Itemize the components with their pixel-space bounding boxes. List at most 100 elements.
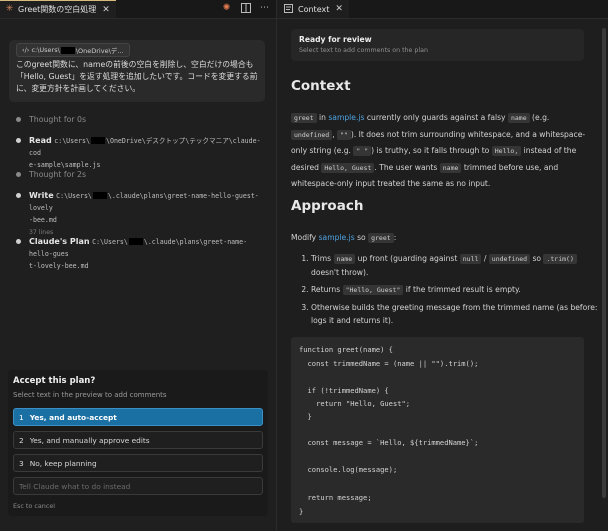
list-item: Trims name up front (guarding against nu… — [311, 252, 607, 279]
step-bullet — [16, 172, 21, 177]
option-manual-approve[interactable]: 2 Yes, and manually approve edits — [13, 431, 263, 449]
user-message-line: に、変更方針を計画してください。 — [16, 84, 141, 93]
inline-code: name — [507, 113, 530, 123]
esc-hint: Esc to cancel — [13, 502, 56, 510]
code-line: return "Hello, Guest"; — [299, 399, 411, 408]
accept-subtitle: Select text in the preview to add commen… — [13, 391, 167, 399]
text: / — [481, 254, 489, 263]
inline-code: undefined — [488, 254, 531, 264]
review-banner: Ready for review Select text to add comm… — [291, 29, 584, 61]
heading-context: Context — [291, 78, 351, 94]
file-path[interactable]: e-sample\sample.js — [29, 161, 100, 169]
inline-code: " " — [353, 146, 372, 156]
code-line: function greet(name) { — [299, 345, 393, 354]
step-thought: Thought for 2s — [16, 169, 265, 180]
file-link[interactable]: sample.js — [319, 233, 355, 242]
tab-title: Greet関数の空白処理 — [18, 5, 97, 14]
claude-icon[interactable]: ✺ — [221, 3, 232, 14]
inline-code: greet — [368, 233, 394, 243]
tab-title: Context — [298, 4, 330, 14]
step-write: Write C:\Users\ \.claude\plans\greet-name… — [16, 190, 265, 238]
code-line: console.log(message); — [299, 465, 398, 474]
redacted-username — [128, 238, 143, 245]
file-path[interactable]: C:\Users\ — [92, 238, 128, 246]
file-path[interactable]: C:\Users\ — [56, 192, 92, 200]
file-path[interactable]: c:\Users\ — [54, 137, 90, 145]
redacted-username — [92, 192, 107, 199]
close-icon[interactable]: ✕ — [335, 4, 343, 14]
sparkle-icon: ✳ — [5, 4, 14, 14]
step-bullet — [16, 193, 21, 198]
file-attachment-chip[interactable]: ‹/› c:\Users\ \OneDrive\デ… — [16, 43, 130, 57]
split-editor-icon[interactable] — [240, 3, 251, 14]
step-label: Claude's Plan — [29, 237, 90, 246]
text: . The user wants — [374, 162, 440, 172]
file-path[interactable]: t-lovely-bee.md — [29, 262, 89, 270]
text: if the trimmed result is empty. — [403, 285, 521, 294]
option-keep-planning[interactable]: 3 No, keep planning — [13, 454, 263, 472]
option-label: No, keep planning — [29, 458, 97, 468]
tab-greet-whitespace[interactable]: ✳ Greet関数の空白処理 ✕ — [0, 0, 116, 18]
scrollbar[interactable] — [602, 28, 606, 498]
inline-code: greet — [291, 113, 317, 123]
list-item: Returns "Hello, Guest" if the trimmed re… — [311, 283, 607, 297]
step-label[interactable]: Thought for 0s — [29, 115, 86, 124]
line-count: 37 lines — [29, 229, 54, 236]
heading-approach: Approach — [291, 198, 364, 214]
step-label: Read — [29, 136, 52, 145]
option-number: 3 — [19, 458, 24, 468]
code-line: } — [299, 507, 304, 516]
text: in — [316, 113, 329, 122]
text: so — [354, 233, 369, 242]
review-title: Ready for review — [299, 35, 372, 44]
redacted-username — [91, 137, 105, 144]
text: desired — [291, 162, 322, 172]
tab-context[interactable]: Context ✕ — [277, 0, 349, 18]
code-line: if (!trimmedName) { — [299, 386, 389, 395]
accept-title: Accept this plan? — [13, 376, 96, 386]
text: only string (e.g. — [291, 146, 354, 155]
step-label: Write — [29, 191, 54, 200]
text: currently only guards against a falsy — [364, 113, 508, 122]
step-bullet — [16, 239, 21, 244]
inline-code: name — [439, 162, 462, 173]
more-actions-icon[interactable]: ⋯ — [259, 3, 270, 14]
step-label[interactable]: Thought for 2s — [29, 170, 86, 179]
inline-code: Hello, Guest — [321, 162, 375, 173]
approach-intro: Modify sample.js so greet: — [291, 230, 587, 247]
code-line: return message; — [299, 493, 372, 502]
text: ) is truthy, so it falls through to — [371, 146, 492, 155]
text: up front (guarding against — [355, 254, 460, 263]
user-message-line: このgreet関数に、nameの前後の空白を削除し、空白だけの場合も — [16, 60, 254, 69]
accept-plan-panel: Accept this plan? Select text in the pre… — [8, 370, 268, 516]
file-link[interactable]: sample.js — [328, 113, 364, 122]
text: so — [530, 254, 544, 263]
text: whitespace-only input treated the same a… — [291, 179, 491, 188]
context-paragraph: greet in sample.js currently only guards… — [291, 110, 587, 192]
step-thought: Thought for 0s — [16, 114, 265, 125]
file-chip-suffix: \OneDrive\デ… — [75, 47, 124, 55]
inline-code: "" — [337, 129, 351, 140]
left-tab-bar: ✳ Greet関数の空白処理 ✕ ✺ ⋯ — [0, 0, 276, 19]
file-path[interactable]: -bee.md — [29, 216, 57, 224]
close-icon[interactable]: ✕ — [102, 5, 110, 15]
instruction-input[interactable]: Tell Claude what to do instead — [13, 477, 263, 495]
step-plan: Claude's Plan C:\Users\ \.claude\plans\gr… — [16, 236, 265, 272]
text: ). It does not trim surrounding whitespa… — [350, 129, 586, 139]
option-number: 1 — [19, 412, 24, 422]
step-bullet — [16, 138, 21, 143]
option-label: Yes, and manually approve edits — [29, 435, 150, 445]
text: (e.g. — [529, 113, 550, 122]
text: : — [393, 233, 397, 242]
text: Trims — [311, 254, 334, 263]
inline-code: Hello, — [491, 146, 522, 156]
text: instead of the — [521, 146, 577, 155]
editor-actions: ✺ ⋯ — [221, 3, 270, 14]
preview-icon — [283, 3, 294, 15]
option-auto-accept[interactable]: 1 Yes, and auto-accept — [13, 408, 263, 426]
code-block: function greet(name) { const trimmedName… — [291, 337, 584, 523]
user-message-line: 「Hello, Guest」を返す処理を追加したいです。コードを変更する前 — [16, 72, 258, 81]
file-chip-prefix: ‹/› c:\Users\ — [22, 46, 60, 54]
inline-code: "Hello, Guest" — [342, 285, 404, 295]
right-tab-bar: Context ✕ — [277, 0, 608, 19]
